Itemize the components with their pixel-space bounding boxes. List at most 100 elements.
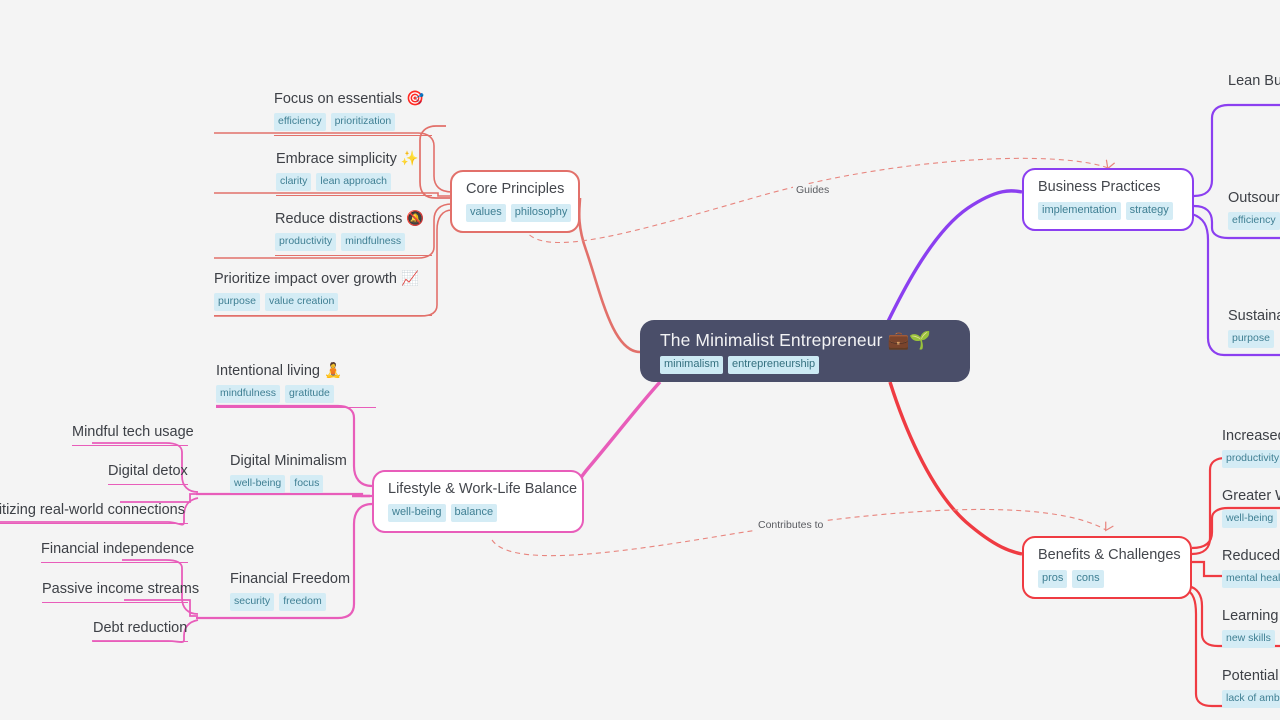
leaf-title: Financial Freedom bbox=[230, 571, 351, 587]
central-node-tags: minimalism entrepreneurship bbox=[660, 356, 950, 374]
branch-title: Lifestyle & Work-Life Balance bbox=[388, 481, 578, 497]
leaf-tags: mental heal bbox=[1222, 570, 1280, 588]
leaf-tags: well-being bbox=[1222, 510, 1280, 528]
branch-node-benefits-challenges[interactable]: Benefits & Challenges pros cons bbox=[1022, 536, 1192, 599]
central-node-title: The Minimalist Entrepreneur 💼🌱 bbox=[660, 330, 932, 350]
branch-node-core-principles[interactable]: Core Principles values philosophy bbox=[450, 170, 580, 233]
leaf-tags: efficiency prioritization bbox=[274, 113, 432, 131]
branch-title: Core Principles bbox=[466, 181, 565, 197]
tag-chip: gratitude bbox=[285, 385, 334, 403]
tag-chip: productivity bbox=[1222, 450, 1280, 468]
leaf-tags: efficiency bbox=[1228, 212, 1280, 230]
leaf-tags: productivity mindfulness bbox=[275, 233, 432, 251]
leaf-tags: productivity bbox=[1222, 450, 1280, 468]
leaf-tags: purpose value creation bbox=[214, 293, 432, 311]
tag-chip: focus bbox=[290, 475, 324, 493]
cross-link-label-contributes-to: Contributes to bbox=[755, 519, 827, 531]
tag-chip: mindfulness bbox=[216, 385, 281, 403]
branch-tags: values philosophy bbox=[466, 204, 572, 222]
tag-chip: purpose bbox=[1228, 330, 1274, 348]
leaf-tags: lack of amb bbox=[1222, 690, 1280, 708]
leaf-reduce-distractions[interactable]: Reduce distractions 🔕 productivity mindf… bbox=[275, 210, 432, 256]
leaf-title: Financial independence bbox=[41, 541, 195, 557]
leaf-tags: purpose bbox=[1228, 330, 1280, 348]
leaf-digital-detox[interactable]: Digital detox bbox=[108, 462, 188, 485]
mindmap-canvas[interactable]: The Minimalist Entrepreneur 💼🌱 minimalis… bbox=[0, 0, 1280, 720]
leaf-title: Potential bbox=[1222, 668, 1279, 684]
tag-chip: well-being bbox=[1222, 510, 1278, 528]
leaf-potential-drawback[interactable]: Potential lack of amb bbox=[1222, 667, 1280, 708]
branch-tags: pros cons bbox=[1038, 570, 1176, 588]
leaf-title: Learning bbox=[1222, 608, 1279, 624]
branch-title: Benefits & Challenges bbox=[1038, 547, 1181, 563]
branch-node-business-practices[interactable]: Business Practices implementation strate… bbox=[1022, 168, 1194, 231]
leaf-learning-curve[interactable]: Learning new skills bbox=[1222, 607, 1278, 648]
tag-chip: value creation bbox=[264, 293, 339, 311]
tag-chip: implementation bbox=[1038, 202, 1121, 220]
leaf-tags: clarity lean approach bbox=[276, 173, 432, 191]
leaf-title: Passive income streams bbox=[42, 581, 200, 597]
leaf-tags: security freedom bbox=[230, 593, 370, 611]
leaf-lean-business[interactable]: Lean Bus bbox=[1228, 72, 1280, 91]
leaf-financial-freedom[interactable]: Financial Freedom security freedom bbox=[230, 570, 370, 611]
leaf-increased-productivity[interactable]: Increased productivity bbox=[1222, 427, 1280, 468]
leaf-title: Digital detox bbox=[108, 463, 188, 479]
tag-chip: cons bbox=[1072, 570, 1104, 588]
leaf-title: Reduce distractions 🔕 bbox=[275, 211, 425, 227]
leaf-sustainability[interactable]: Sustaina purpose bbox=[1228, 307, 1280, 348]
leaf-prioritizing-real-world-connections[interactable]: ritizing real-world connections bbox=[0, 501, 188, 524]
tag-chip: pros bbox=[1038, 570, 1068, 588]
tag-chip: philosophy bbox=[510, 204, 572, 222]
leaf-mindful-tech-usage[interactable]: Mindful tech usage bbox=[72, 423, 194, 446]
tag-chip: strategy bbox=[1125, 202, 1173, 220]
cross-link-label-guides: Guides bbox=[793, 184, 833, 196]
tag-chip: minimalism bbox=[660, 356, 723, 374]
branch-tags: implementation strategy bbox=[1038, 202, 1178, 220]
leaf-title: Greater W bbox=[1222, 488, 1280, 504]
leaf-greater-wellbeing[interactable]: Greater W well-being bbox=[1222, 487, 1280, 528]
tag-chip: well-being bbox=[388, 504, 446, 522]
leaf-title: Prioritize impact over growth 📈 bbox=[214, 271, 420, 287]
tag-chip: prioritization bbox=[330, 113, 396, 131]
leaf-title: Debt reduction bbox=[93, 620, 188, 636]
tag-chip: efficiency bbox=[1228, 212, 1280, 230]
leaf-intentional-living[interactable]: Intentional living 🧘 mindfulness gratitu… bbox=[216, 362, 376, 408]
tag-chip: well-being bbox=[230, 475, 286, 493]
branch-node-lifestyle-work-life-balance[interactable]: Lifestyle & Work-Life Balance well-being… bbox=[372, 470, 584, 533]
leaf-title: Outsourc bbox=[1228, 190, 1280, 206]
leaf-digital-minimalism[interactable]: Digital Minimalism well-being focus bbox=[230, 452, 376, 493]
branch-title: Business Practices bbox=[1038, 179, 1161, 195]
leaf-reduced-stress[interactable]: Reduced mental heal bbox=[1222, 547, 1280, 588]
leaf-passive-income-streams[interactable]: Passive income streams bbox=[42, 580, 200, 603]
leaf-embrace-simplicity[interactable]: Embrace simplicity ✨ clarity lean approa… bbox=[276, 150, 432, 196]
leaf-prioritize-impact-over-growth[interactable]: Prioritize impact over growth 📈 purpose … bbox=[214, 270, 432, 316]
tag-chip: productivity bbox=[275, 233, 337, 251]
leaf-tags: well-being focus bbox=[230, 475, 376, 493]
tag-chip: balance bbox=[450, 504, 498, 522]
leaf-title: Reduced bbox=[1222, 548, 1280, 564]
leaf-title: Focus on essentials 🎯 bbox=[274, 91, 425, 107]
tag-chip: freedom bbox=[279, 593, 326, 611]
leaf-title: Mindful tech usage bbox=[72, 424, 194, 440]
tag-chip: lean approach bbox=[316, 173, 391, 191]
tag-chip: values bbox=[466, 204, 506, 222]
tag-chip: security bbox=[230, 593, 275, 611]
tag-chip: lack of amb bbox=[1222, 690, 1280, 708]
leaf-title: Embrace simplicity ✨ bbox=[276, 151, 419, 167]
leaf-tags: new skills bbox=[1222, 630, 1278, 648]
branch-tags: well-being balance bbox=[388, 504, 568, 522]
central-node[interactable]: The Minimalist Entrepreneur 💼🌱 minimalis… bbox=[640, 320, 970, 382]
leaf-financial-independence[interactable]: Financial independence bbox=[41, 540, 195, 563]
leaf-debt-reduction[interactable]: Debt reduction bbox=[93, 619, 188, 642]
leaf-outsourcing[interactable]: Outsourc efficiency bbox=[1228, 189, 1280, 230]
leaf-title: Lean Bus bbox=[1228, 73, 1280, 89]
leaf-tags: mindfulness gratitude bbox=[216, 385, 376, 403]
leaf-title: Sustaina bbox=[1228, 308, 1280, 324]
tag-chip: new skills bbox=[1222, 630, 1275, 648]
leaf-title: Intentional living 🧘 bbox=[216, 363, 343, 379]
leaf-focus-on-essentials[interactable]: Focus on essentials 🎯 efficiency priorit… bbox=[274, 90, 432, 136]
tag-chip: mindfulness bbox=[341, 233, 406, 251]
leaf-title: Increased bbox=[1222, 428, 1280, 444]
tag-chip: purpose bbox=[214, 293, 260, 311]
tag-chip: mental heal bbox=[1222, 570, 1280, 588]
